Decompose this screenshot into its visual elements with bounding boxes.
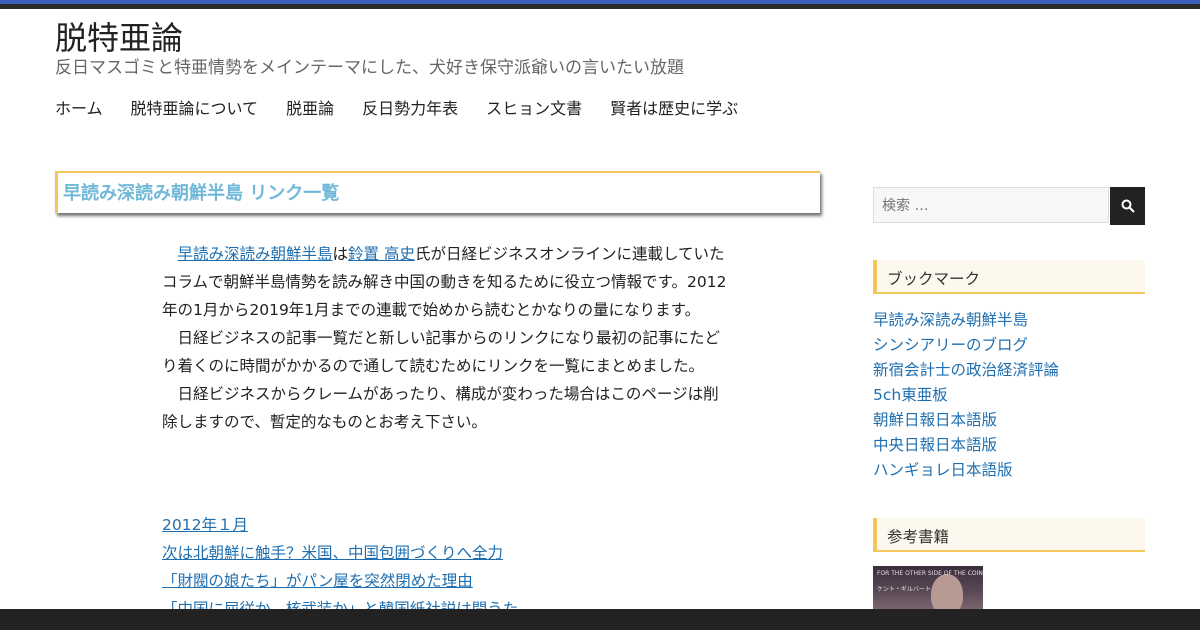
paragraph-2: 日経ビジネスの記事一覧だと新しい記事からのリンクになり最初の記事にたどり着くのに…	[162, 324, 732, 380]
bookmark-item[interactable]: 朝鮮日報日本語版	[873, 408, 1059, 433]
intro-paragraph: 早読み深読み朝鮮半島は鈴置 高史氏が日経ビジネスオンラインに連載していたコラムで…	[162, 240, 732, 324]
bottom-dark-bar	[0, 609, 1200, 630]
article-link-list: 2012年１月 次は北朝鮮に触手？米国、中国包囲づくりへ全力 「財閥の娘たち」が…	[162, 511, 518, 623]
link-item[interactable]: 「財閥の娘たち」がパン屋を突然閉めた理由	[162, 567, 518, 595]
bookmark-item[interactable]: 中央日報日本語版	[873, 433, 1059, 458]
bookmarks-title-text: ブックマーク	[887, 270, 981, 288]
search-icon	[1121, 199, 1135, 213]
bookmarks-widget-title: ブックマーク	[873, 260, 1145, 294]
bookmark-item[interactable]: 新宿会計士の政治経済評論	[873, 358, 1059, 383]
paragraph-2-text: 日経ビジネスの記事一覧だと新しい記事からのリンクになり最初の記事にたどり着くのに…	[162, 329, 721, 375]
bookmark-item[interactable]: 5ch東亜板	[873, 383, 1059, 408]
book-cover-author: ケント・ギルバート	[877, 586, 931, 593]
article-header: 早読み深読み朝鮮半島 リンク一覧	[55, 171, 820, 213]
intro-text-1: は	[332, 245, 349, 263]
bookmark-item[interactable]: 早読み深読み朝鮮半島	[873, 308, 1059, 333]
bookmark-item[interactable]: ハンギョレ日本語版	[873, 458, 1059, 483]
nav-item-history[interactable]: 賢者は歴史に学ぶ	[610, 98, 738, 120]
series-link[interactable]: 早読み深読み朝鮮半島	[178, 245, 333, 263]
nav-item-datsuaron[interactable]: 脱亜論	[286, 98, 334, 120]
books-title-text: 参考書籍	[887, 528, 950, 546]
search-input[interactable]	[874, 188, 1110, 224]
site-title[interactable]: 脱特亜論	[55, 18, 183, 58]
nav-item-suhyeon-document[interactable]: スヒョン文書	[486, 98, 582, 120]
books-widget-title: 参考書籍	[873, 518, 1145, 552]
nav-item-about[interactable]: 脱特亜論について	[131, 98, 259, 120]
book-cover-text: FOR THE OTHER SIDE OF THE COIN	[877, 570, 983, 577]
main-nav: ホーム 脱特亜論について 脱亜論 反日勢力年表 スヒョン文書 賢者は歴史に学ぶ	[55, 98, 766, 120]
nav-item-home[interactable]: ホーム	[55, 98, 103, 120]
bookmark-item[interactable]: シンシアリーのブログ	[873, 333, 1059, 358]
book-cover-image[interactable]: FOR THE OTHER SIDE OF THE COIN ケント・ギルバート	[873, 566, 983, 610]
link-item[interactable]: 次は北朝鮮に触手？米国、中国包囲づくりへ全力	[162, 539, 518, 567]
article-title: 早読み深読み朝鮮半島 リンク一覧	[63, 183, 340, 204]
link-item[interactable]: 2012年１月	[162, 511, 518, 539]
nav-item-chronology[interactable]: 反日勢力年表	[362, 98, 458, 120]
search-button[interactable]	[1110, 187, 1145, 225]
bookmarks-list: 早読み深読み朝鮮半島 シンシアリーのブログ 新宿会計士の政治経済評論 5ch東亜…	[873, 308, 1059, 483]
paragraph-3-text: 日経ビジネスからクレームがあったり、構成が変わった場合はこのページは削除しますの…	[162, 385, 719, 431]
author-link[interactable]: 鈴置 高史	[348, 245, 415, 263]
site-description: 反日マスゴミと特亜情勢をメインテーマにした、犬好き保守派爺いの言いたい放題	[55, 58, 684, 78]
search-box	[873, 187, 1110, 224]
article-body: 早読み深読み朝鮮半島は鈴置 高史氏が日経ビジネスオンラインに連載していたコラムで…	[162, 240, 732, 436]
author-portrait	[931, 574, 963, 610]
top-dark-stripe	[0, 4, 1200, 9]
paragraph-3: 日経ビジネスからクレームがあったり、構成が変わった場合はこのページは削除しますの…	[162, 380, 732, 436]
